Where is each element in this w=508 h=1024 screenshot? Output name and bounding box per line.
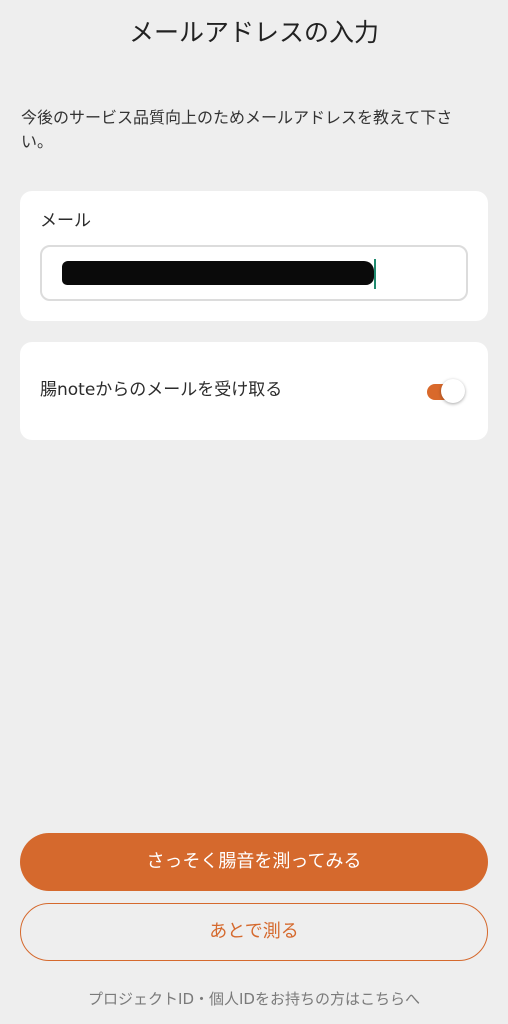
email-optin-label: 腸noteからのメールを受け取る	[40, 380, 283, 400]
toggle-thumb	[441, 379, 465, 403]
text-caret	[374, 259, 376, 289]
page-title: メールアドレスの入力	[128, 18, 379, 47]
email-optin-toggle[interactable]	[425, 378, 465, 404]
measure-now-button[interactable]: さっそく腸音を測ってみる	[20, 833, 488, 891]
email-input[interactable]	[40, 245, 468, 301]
measure-later-button[interactable]: あとで測る	[20, 903, 488, 961]
project-id-link[interactable]: プロジェクトID・個人IDをお持ちの方はこちらへ	[0, 987, 508, 1011]
email-label: メール	[40, 211, 91, 231]
redacted-email-value	[62, 261, 374, 285]
page-description: 今後のサービス品質向上のためメールアドレスを教えて下さい。	[21, 108, 453, 151]
email-card: メール	[20, 191, 488, 321]
email-optin-card: 腸noteからのメールを受け取る	[20, 342, 488, 440]
